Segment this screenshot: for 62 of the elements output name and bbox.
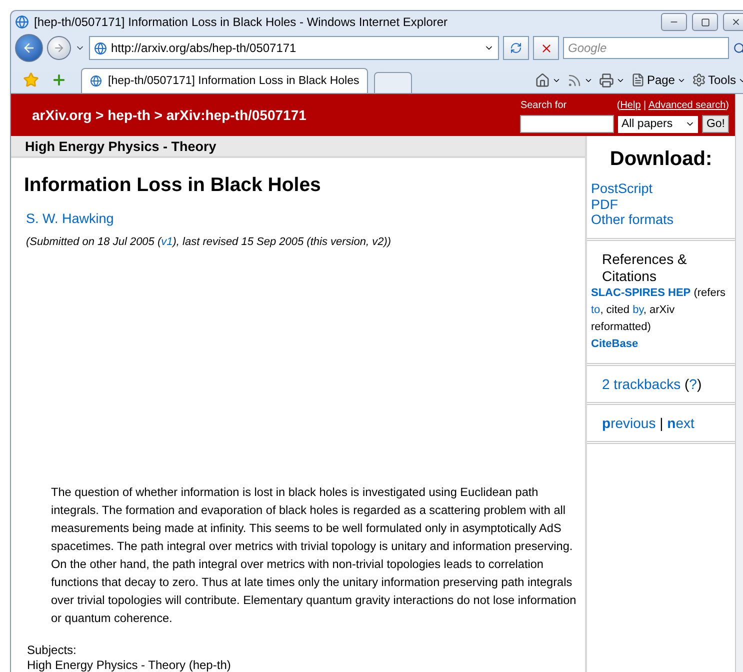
breadcrumb[interactable]: arXiv.org > hep-th > arXiv:hep-th/0507171 [32, 107, 306, 123]
minimize-button[interactable] [661, 13, 687, 31]
browser-logo-icon [15, 15, 29, 29]
scrollbar[interactable] [735, 94, 743, 672]
home-icon[interactable] [534, 72, 550, 88]
page-icon [90, 75, 102, 87]
add-favorite-icon[interactable] [51, 72, 67, 88]
link[interactable]: v1 [161, 236, 173, 248]
back-button[interactable] [15, 34, 43, 62]
maximize-icon [700, 18, 710, 26]
link[interactable]: Advanced search [648, 100, 726, 111]
refresh-button[interactable] [503, 36, 529, 60]
close-icon [731, 17, 741, 27]
link[interactable]: previous [602, 414, 656, 430]
submission-dateline: (Submitted on 18 Jul 2005 (v1), last revised 15 Sep 2005 (this version, v2)) [26, 236, 392, 248]
download-link[interactable]: Other formats [591, 212, 731, 228]
search-label: Search for [520, 100, 567, 111]
search-icon[interactable] [733, 42, 743, 54]
download-link[interactable]: PDF [591, 196, 731, 212]
link[interactable]: SLAC-SPIRES HEP [591, 286, 691, 298]
refresh-icon [510, 42, 522, 54]
search-field[interactable]: Google [563, 37, 729, 59]
stop-icon [540, 42, 552, 54]
help-links: (Help | Advanced search) [616, 100, 729, 111]
forward-arrow-icon [53, 42, 65, 54]
download-heading: Download: [608, 148, 714, 171]
author-link[interactable]: S. W. Hawking [26, 211, 114, 226]
paper-title: Information Loss in Black Holes [24, 174, 322, 197]
close-button[interactable] [723, 13, 743, 31]
subjects: High Energy Physics - Theory (hep-th) [27, 658, 232, 672]
subjects-label: Subjects: [27, 643, 78, 658]
go-button[interactable]: Go! [702, 115, 729, 133]
search-input[interactable] [520, 115, 614, 133]
download-link[interactable]: PostScript [591, 181, 731, 196]
abstract: The question of whether information is lost in black holes is investigated using Euclidean path integrals. The formation and evaporation of black holes is regarded as a scattering problem with all measurements being made at infinity. This seems to be well formulated only in asymptotically AdS spacetimes. The path integral over metrics with trivial topology is unitary and information preserving. On the other hand, the path integral over metrics with non-trivial topologies leads to correlation functions that decay to zero. Thus at late times only the unitary information preserving path integrals over trivial topologies will contribute. Elementary quantum gravity interactions do not lose information or quantum coherence. [51, 484, 578, 627]
paper-navigation: previous | next [601, 414, 696, 430]
citebase-link[interactable]: CiteBase [591, 336, 731, 352]
command-button[interactable]: Tools [708, 73, 736, 87]
link[interactable]: Help [620, 100, 641, 111]
browser-tab[interactable]: [hep-th/0507171] Information Loss in Black Holes [81, 68, 368, 93]
link[interactable]: ? [689, 376, 697, 392]
gear-icon [692, 73, 706, 87]
favorites-star-icon[interactable] [23, 72, 39, 88]
scope-dropdown[interactable]: All papers [618, 116, 698, 132]
page-icon [94, 42, 107, 54]
trackbacks: 2 trackbacks (?) [601, 376, 703, 392]
references-heading: References & Citations [601, 250, 688, 284]
page-icon [630, 73, 645, 87]
address-field[interactable]: http://arxiv.org/abs/hep-th/0507171 [89, 36, 499, 60]
maximize-button[interactable] [692, 13, 718, 31]
link[interactable]: next [667, 414, 694, 430]
subject-heading: High Energy Physics - Theory [11, 136, 585, 158]
printer-icon[interactable] [598, 72, 614, 88]
references-text: SLAC-SPIRES HEP (refers to, cited by, arXiv reformatted) [591, 286, 726, 334]
link[interactable]: 2 trackbacks [602, 376, 681, 392]
feed-icon[interactable] [566, 72, 582, 88]
stop-button[interactable] [533, 36, 559, 60]
forward-button[interactable] [47, 36, 71, 60]
link[interactable]: by [632, 304, 644, 316]
window-title: [hep-th/0507171] Information Loss in Black Holes - Windows Internet Explorer [34, 15, 449, 29]
command-button[interactable]: Page [646, 73, 675, 87]
link[interactable]: to [591, 304, 600, 316]
